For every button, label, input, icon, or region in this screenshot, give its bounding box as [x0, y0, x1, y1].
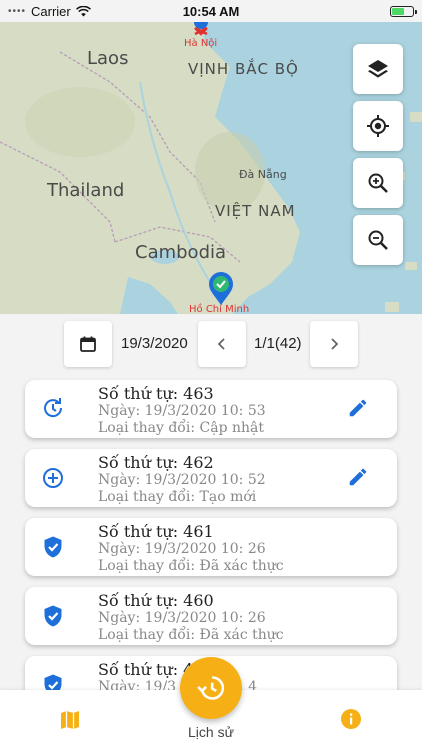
status-bar: •••• Carrier 10:54 AM [0, 0, 422, 22]
map-view[interactable]: Laos Hà Nội VỊNH BẮC BỘ Đà Nẵng Thailand… [0, 22, 422, 314]
record-number: Số thứ tự: 460 [98, 591, 214, 610]
selected-date[interactable]: 19/3/2020 [121, 335, 188, 352]
record-number: Số thứ tự: 461 [98, 522, 214, 541]
carrier-name: Carrier [31, 3, 71, 19]
zoom-out-icon [368, 230, 388, 250]
record-change-type: Loại thay đổi: Đã xác thực [98, 558, 284, 574]
record-date: Ngày: 19/3/2020 10: 53 [98, 403, 266, 419]
edit-icon[interactable] [347, 397, 369, 419]
list-item[interactable]: Số thứ tự: 463 Ngày: 19/3/2020 10: 53 Lo… [25, 380, 397, 438]
ha-noi-marker-icon[interactable] [189, 22, 213, 40]
map-label-vinh-bac-bo: VỊNH BẮC BỘ [188, 60, 299, 78]
page-indicator: 1/1(42) [254, 335, 302, 352]
record-date: Ngày: 19/3/2020 10: 26 [98, 541, 266, 557]
wifi-icon [75, 5, 91, 16]
map-label-viet-nam: VIỆT NAM [215, 202, 296, 220]
record-change-type: Loại thay đổi: Cập nhật [98, 420, 264, 436]
chevron-left-icon [217, 338, 225, 350]
zoom-out-button[interactable] [353, 215, 403, 265]
update-icon [44, 398, 63, 418]
record-date: Ngày: 19/3/2020 10: 26 [98, 610, 266, 626]
record-date: Ngày: 19/3/2020 10: 52 [98, 472, 266, 488]
edit-icon[interactable] [347, 466, 369, 488]
record-number: Số thứ tự: 462 [98, 453, 214, 472]
map-label-da-nang: Đà Nẵng [239, 168, 287, 181]
history-tab-button[interactable] [180, 657, 242, 719]
map-label-thailand: Thailand [47, 180, 125, 201]
history-icon [197, 676, 225, 700]
history-tab-label: Lịch sử [188, 724, 234, 740]
map-label-laos: Laos [87, 48, 129, 69]
layers-button[interactable] [353, 44, 403, 94]
zoom-in-icon [368, 173, 388, 193]
date-navigation: 19/3/2020 1/1(42) [0, 321, 422, 367]
verified-shield-icon [44, 605, 62, 627]
record-change-type: Loại thay đổi: Tạo mới [98, 489, 257, 505]
next-page-button[interactable] [310, 321, 358, 367]
my-location-icon [367, 115, 389, 137]
calendar-button[interactable] [64, 321, 112, 367]
list-item[interactable]: Số thứ tự: 460 Ngày: 19/3/2020 10: 26 Lo… [25, 587, 397, 645]
zoom-in-button[interactable] [353, 158, 403, 208]
layers-icon [368, 60, 388, 78]
battery-icon [390, 5, 417, 17]
map-label-cambodia: Cambodia [135, 242, 227, 263]
list-item[interactable]: Số thứ tự: 462 Ngày: 19/3/2020 10: 52 Lo… [25, 449, 397, 507]
record-number: Số thứ tự: 463 [98, 384, 214, 403]
previous-page-button[interactable] [198, 321, 246, 367]
add-circle-icon [43, 468, 63, 488]
record-change-type: Loại thay đổi: Đã xác thực [98, 627, 284, 643]
chevron-right-icon [331, 338, 339, 350]
verified-shield-icon [44, 536, 62, 558]
ho-chi-minh-marker-icon[interactable] [206, 272, 236, 306]
list-item[interactable]: Số thứ tự: 461 Ngày: 19/3/2020 10: 26 Lo… [25, 518, 397, 576]
signal-dots-icon: •••• [8, 5, 27, 17]
my-location-button[interactable] [353, 101, 403, 151]
calendar-icon [80, 336, 96, 352]
